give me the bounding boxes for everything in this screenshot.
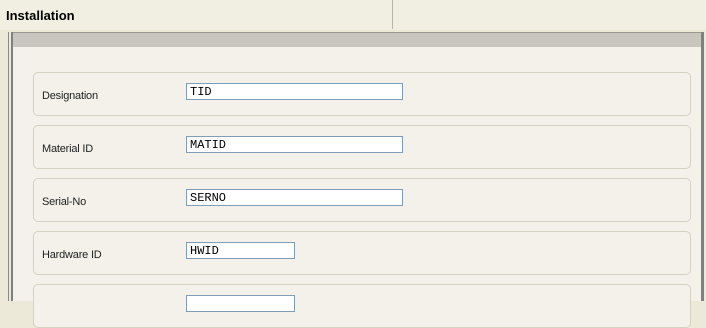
next-field-input[interactable] <box>186 295 295 312</box>
serial-no-group: Serial-No <box>33 178 691 222</box>
hardware-id-label: Hardware ID <box>42 249 102 261</box>
material-id-field[interactable] <box>186 136 403 153</box>
form-frame: Designation Material ID Serial-No Hardwa… <box>0 30 706 328</box>
designation-group: Designation <box>33 72 691 116</box>
hardware-id-group: Hardware ID <box>33 231 691 275</box>
designation-field[interactable] <box>186 83 403 100</box>
material-id-group: Material ID <box>33 125 691 169</box>
next-field-group <box>33 284 691 328</box>
header-title-cell: Installation <box>0 0 393 29</box>
hardware-id-field[interactable] <box>186 242 295 259</box>
section-title: Installation <box>6 8 75 23</box>
serial-no-label: Serial-No <box>42 196 87 208</box>
frame-border-right <box>701 32 704 301</box>
form-panel: Designation Material ID Serial-No Hardwa… <box>13 47 701 328</box>
frame-top-band <box>13 32 701 47</box>
designation-label: Designation <box>42 90 98 102</box>
serial-no-field[interactable] <box>186 189 403 206</box>
frame-border-left <box>8 32 9 301</box>
material-id-label: Material ID <box>42 143 93 155</box>
header-bar: Installation <box>0 0 706 31</box>
